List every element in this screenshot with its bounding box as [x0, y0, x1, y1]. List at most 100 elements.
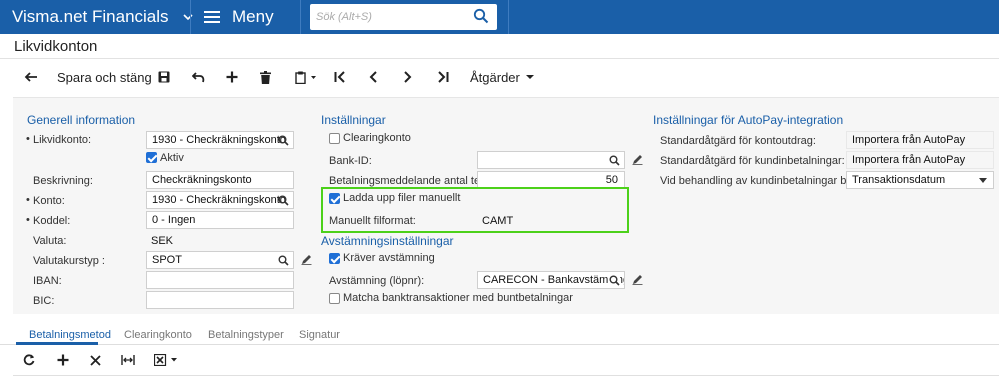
export-excel-dropdown[interactable] — [154, 347, 180, 373]
refresh-icon — [23, 354, 35, 366]
chevron-down-icon — [182, 10, 193, 24]
back-arrow-icon — [24, 72, 37, 82]
previous-record-button[interactable] — [369, 64, 378, 90]
tab-betalningsmetod[interactable]: Betalningsmetod — [29, 329, 111, 341]
iban-field[interactable] — [146, 271, 294, 289]
save-icon — [158, 71, 170, 83]
edit-pencil-icon[interactable] — [632, 154, 643, 168]
general-section-heading: Generell information — [27, 113, 136, 127]
currency-value: SEK — [151, 235, 174, 247]
copy-paste-dropdown[interactable] — [295, 64, 317, 90]
clearing-label: Clearingkonto — [343, 132, 411, 144]
plus-icon — [57, 354, 69, 366]
numbering-field[interactable]: CARECON - Bankavstämningar — [477, 271, 625, 289]
upload-manual-checkbox[interactable] — [329, 193, 340, 204]
search-icon[interactable] — [609, 275, 620, 288]
search-icon[interactable] — [278, 255, 289, 268]
excel-export-icon — [154, 354, 177, 366]
chevron-left-icon — [369, 71, 377, 83]
page-title: Likvidkonton — [14, 38, 98, 55]
grid-top-border — [13, 375, 999, 376]
add-button[interactable] — [226, 64, 238, 90]
numbering-label: Avstämning (löpnr): — [329, 275, 425, 287]
edit-pencil-icon[interactable] — [632, 274, 643, 288]
refresh-button[interactable] — [23, 347, 35, 373]
tab-betalningstyper[interactable]: Betalningstyper — [208, 329, 284, 341]
edit-pencil-icon[interactable] — [301, 254, 312, 268]
search-icon[interactable] — [278, 195, 289, 208]
topbar-divider — [300, 0, 301, 34]
caret-down-icon — [979, 178, 987, 183]
app-title: Visma.net Financials — [12, 7, 169, 26]
header-divider — [0, 58, 999, 59]
required-marker: • — [26, 133, 30, 145]
grid-toolbar — [0, 347, 999, 373]
topbar-divider — [508, 0, 509, 34]
main-toolbar: Spara och stäng Åtgärder — [0, 64, 999, 90]
required-marker: • — [26, 214, 30, 226]
ratetype-label: Valutakurstyp : — [33, 255, 105, 267]
search-icon[interactable] — [278, 135, 289, 148]
last-record-button[interactable] — [437, 64, 449, 90]
std-customer-value: Importera från AutoPay — [846, 151, 994, 169]
app-switcher[interactable]: Visma.net Financials — [12, 7, 193, 27]
actions-label: Åtgärder — [470, 69, 520, 85]
next-record-button[interactable] — [403, 64, 412, 90]
hamburger-icon — [204, 11, 220, 23]
search-icon[interactable] — [473, 8, 489, 27]
bankid-label: Bank-ID: — [329, 155, 372, 167]
account-label: Likvidkonto: — [33, 134, 92, 146]
search-input[interactable] — [310, 4, 460, 30]
ratetype-field[interactable]: SPOT — [146, 251, 294, 269]
tab-clearingkonto[interactable]: Clearingkonto — [124, 329, 192, 341]
autopay-section-heading: Inställningar för AutoPay-integration — [653, 113, 844, 127]
upload-manual-label: Ladda upp filer manuellt — [343, 192, 461, 204]
menu-button[interactable]: Meny — [204, 7, 274, 27]
konto-field[interactable]: 1930 - Checkräkningskonto — [146, 191, 294, 209]
topbar-divider — [190, 0, 191, 34]
actions-dropdown[interactable]: Åtgärder — [470, 64, 535, 90]
match-batch-checkbox[interactable] — [329, 293, 340, 304]
save-and-close-button[interactable]: Spara och stäng — [57, 64, 152, 90]
active-checkbox[interactable] — [146, 152, 157, 163]
tab-signatur[interactable]: Signatur — [299, 329, 340, 341]
undo-button[interactable] — [192, 64, 205, 90]
fileformat-value: CAMT — [482, 215, 514, 227]
first-icon — [334, 71, 345, 83]
std-account-value: Importera från AutoPay — [846, 131, 994, 149]
add-row-button[interactable] — [57, 347, 69, 373]
bankid-field[interactable] — [477, 151, 625, 169]
account-field[interactable]: 1930 - Checkräkningskonto — [146, 131, 294, 149]
konto-label: Konto: — [33, 195, 65, 207]
bic-field[interactable] — [146, 291, 294, 309]
tab-divider — [0, 344, 999, 345]
undo-icon — [192, 71, 205, 82]
trash-icon — [260, 70, 271, 84]
koddel-field[interactable]: 0 - Ingen — [146, 211, 294, 229]
active-tab-indicator — [16, 342, 98, 345]
first-record-button[interactable] — [334, 64, 346, 90]
required-marker: • — [26, 194, 30, 206]
match-batch-label: Matcha banktransaktioner med buntbetalni… — [343, 292, 573, 304]
delete-row-button[interactable] — [90, 347, 101, 373]
caret-down-icon — [525, 75, 534, 79]
menu-label: Meny — [232, 7, 274, 26]
delete-button[interactable] — [260, 64, 271, 90]
active-label: Aktiv — [160, 152, 184, 164]
std-account-label: Standardåtgärd för kontoutdrag: — [660, 135, 816, 147]
clearing-checkbox[interactable] — [329, 133, 340, 144]
requires-reconciliation-label: Kräver avstämning — [343, 252, 435, 264]
booking-select[interactable]: Transaktionsdatum — [846, 171, 994, 189]
iban-label: IBAN: — [33, 275, 62, 287]
description-field[interactable]: Checkräkningskonto — [146, 171, 294, 189]
requires-reconciliation-checkbox[interactable] — [329, 253, 340, 264]
search-icon[interactable] — [609, 155, 620, 168]
fit-columns-button[interactable] — [121, 347, 135, 373]
clipboard-icon — [295, 71, 316, 84]
std-customer-label: Standardåtgärd för kundinbetalningar: — [660, 155, 845, 167]
back-button[interactable] — [24, 64, 38, 90]
plus-icon — [226, 71, 238, 83]
last-icon — [438, 71, 449, 83]
save-button[interactable] — [158, 64, 170, 90]
reconciliation-section-heading: Avstämningsinställningar — [321, 234, 454, 248]
